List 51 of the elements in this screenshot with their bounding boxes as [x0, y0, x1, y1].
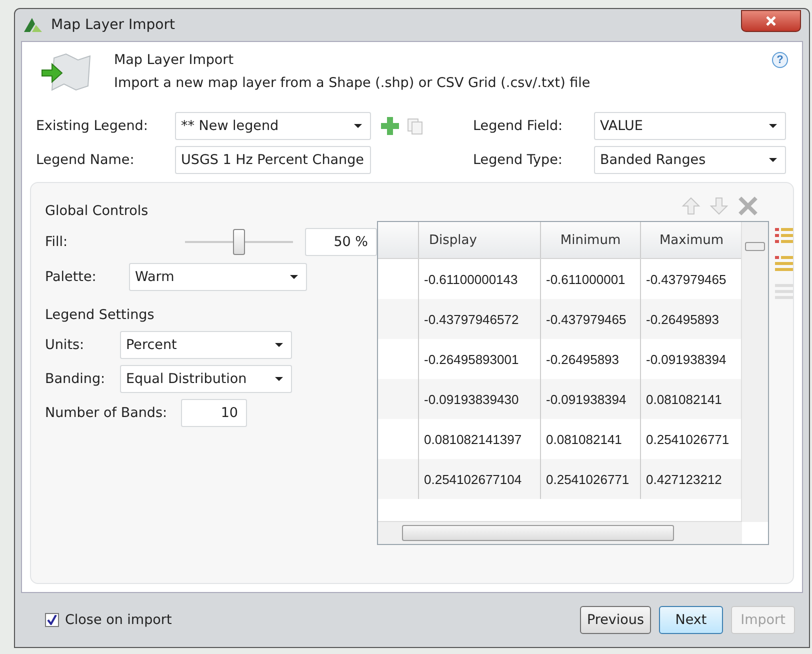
fill-percent-field[interactable]: 50 % — [305, 228, 377, 256]
field-label: Legend Field: — [473, 118, 564, 134]
field-label: Palette: — [45, 269, 98, 285]
table-cell: 0.2541026771 — [541, 459, 641, 499]
units-dropdown[interactable]: Percent — [120, 331, 292, 359]
legend-dropdown[interactable]: ** New legend — [175, 112, 371, 140]
field-label: Legend Type: — [473, 152, 564, 168]
legend-field-dropdown[interactable]: VALUE — [594, 112, 786, 140]
legend-name-field[interactable]: USGS 1 Hz Percent Change — [175, 146, 371, 174]
triangle-logo-icon — [23, 17, 43, 33]
table-cell: 0.254102677104 — [419, 459, 541, 499]
caret-icon — [290, 275, 298, 279]
field-label: Number of Bands: — [45, 405, 168, 421]
legend-type-dropdown[interactable]: Banded Ranges — [594, 146, 786, 174]
close-button[interactable] — [741, 10, 801, 32]
caret-icon — [769, 158, 777, 162]
footer-button[interactable]: Previous — [580, 606, 651, 634]
close-icon — [765, 16, 777, 26]
field-label: Banding: — [45, 371, 106, 387]
caret-icon — [769, 124, 777, 128]
caret-icon — [275, 343, 283, 347]
add-icon[interactable] — [380, 116, 400, 136]
down-arrow-icon[interactable] — [709, 196, 729, 216]
help-button[interactable]: ? — [772, 52, 788, 68]
palette-dropdown[interactable]: Warm — [129, 263, 307, 291]
horizontal-scrollbar[interactable] — [378, 521, 742, 544]
vertical-scrollbar[interactable] — [741, 222, 768, 522]
checkbox-label: Close on import — [65, 612, 172, 628]
field-label: Existing Legend: — [36, 118, 149, 134]
bands-field[interactable]: 10 — [181, 399, 247, 427]
caret-icon — [275, 377, 283, 381]
checkbox[interactable] — [45, 613, 59, 627]
field-label: Fill: — [45, 234, 69, 250]
window-title: Map Layer Import — [51, 17, 175, 33]
copy-icon[interactable] — [406, 117, 424, 135]
column-header[interactable]: Minimum — [541, 222, 641, 258]
field-label: Legend Name: — [36, 152, 136, 168]
fill-slider[interactable] — [185, 227, 293, 257]
caret-icon — [354, 124, 362, 128]
column-header[interactable]: Display — [419, 222, 541, 258]
section-title: Global Controls — [45, 202, 150, 221]
banding-dropdown[interactable]: Equal Distribution — [120, 365, 292, 393]
list-icon[interactable] — [775, 255, 793, 273]
header-title: Map Layer Import — [114, 52, 235, 68]
list-icon[interactable] — [775, 227, 793, 245]
footer-button[interactable]: Next — [659, 606, 723, 634]
field-label: Units: — [45, 337, 86, 353]
section-title: Legend Settings — [45, 306, 156, 325]
header-description: Import a new map layer from a Shape (.shp) or CSV Grid (.csv/.txt) file — [114, 75, 590, 91]
delete-icon[interactable] — [737, 195, 759, 217]
up-arrow-icon[interactable] — [681, 196, 701, 216]
